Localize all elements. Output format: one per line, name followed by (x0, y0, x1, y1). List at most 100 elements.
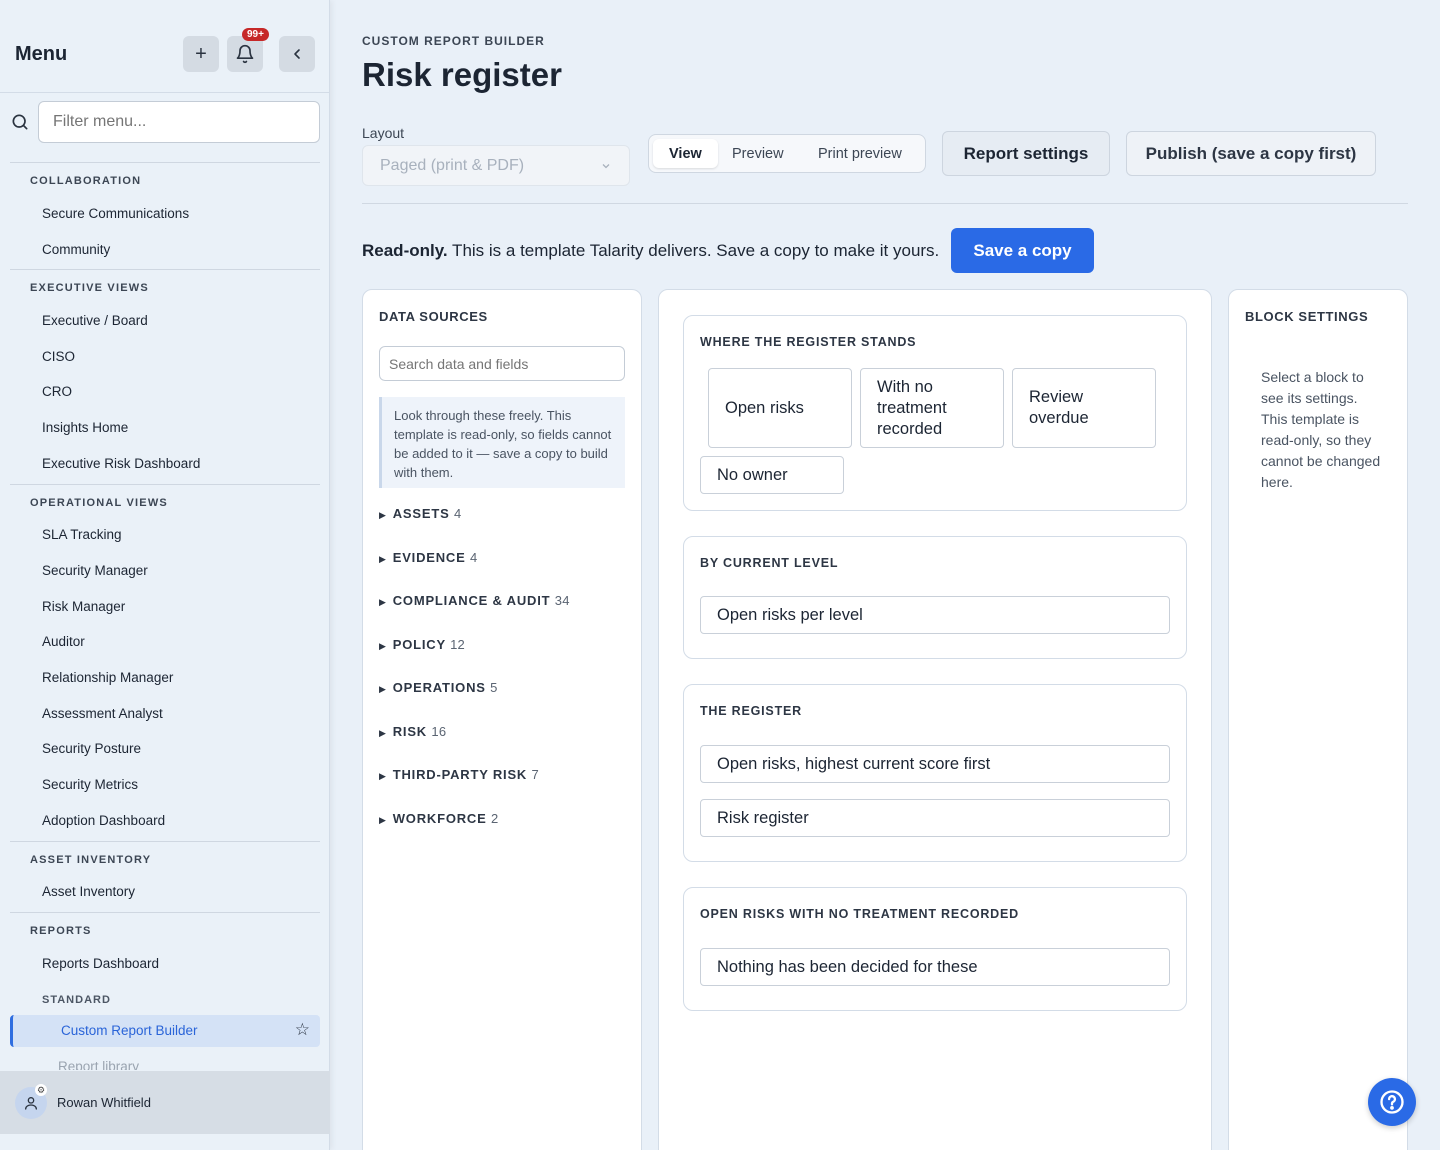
tab-print-preview[interactable]: Print preview (802, 139, 918, 168)
sidebar-item-risk-manager[interactable]: Risk Manager (42, 599, 125, 614)
read-only-note: Look through these freely. This template… (379, 397, 625, 488)
bell-icon (236, 44, 254, 64)
section-card[interactable]: WHERE THE REGISTER STANDS Open risks Wit… (683, 315, 1187, 511)
read-only-label: Read-only. (362, 241, 448, 260)
collapse-sidebar-button[interactable] (279, 36, 315, 72)
data-sources-panel: DATA SOURCES Look through these freely. … (362, 289, 642, 1150)
sidebar-item-relationship-manager[interactable]: Relationship Manager (42, 670, 173, 685)
category-label: OPERATIONS (392, 680, 486, 695)
caret-right-icon: ▶ (379, 684, 387, 694)
filter-menu-input[interactable] (38, 101, 320, 143)
block-chip[interactable]: Open risks, highest current score first (700, 745, 1170, 783)
block-chip[interactable]: Open risks per level (700, 596, 1170, 634)
sidebar-header: Menu + 99+ (0, 0, 330, 93)
sidebar-item-executive-board[interactable]: Executive / Board (42, 313, 148, 328)
sidebar-nav: COLLABORATION Secure Communications Comm… (10, 162, 320, 1070)
block-chip[interactable]: Open risks (708, 368, 852, 448)
block-chip[interactable]: With no treatment recorded (860, 368, 1004, 448)
notification-badge: 99+ (242, 28, 269, 41)
panel-title: BLOCK SETTINGS (1245, 309, 1369, 324)
block-chip[interactable]: No owner (700, 456, 844, 494)
caret-right-icon: ▶ (379, 815, 387, 825)
sidebar: Menu + 99+ COLLABORATION Secure Communic… (0, 0, 330, 1150)
user-icon (25, 1097, 37, 1110)
sidebar-item-asset-inventory[interactable]: Asset Inventory (42, 884, 135, 899)
layout-select[interactable]: Paged (print & PDF) (362, 145, 630, 186)
category-label: EVIDENCE (392, 550, 466, 565)
sidebar-item-report-library[interactable]: Report library (58, 1059, 139, 1070)
block-settings-hint: Select a block to see its settings. This… (1261, 369, 1381, 490)
sidebar-item-ciso[interactable]: CISO (42, 349, 75, 364)
sidebar-item-label: Custom Report Builder (61, 1023, 198, 1038)
category-evidence[interactable]: ▶ EVIDENCE 4 (379, 550, 477, 565)
sidebar-item-secure-communications[interactable]: Secure Communications (42, 206, 189, 221)
divider (10, 162, 320, 163)
category-label: WORKFORCE (392, 811, 487, 826)
divider (362, 203, 1408, 204)
divider (10, 484, 320, 485)
sidebar-item-sla-tracking[interactable]: SLA Tracking (42, 527, 122, 542)
caret-right-icon: ▶ (379, 597, 387, 607)
sidebar-item-assessment-analyst[interactable]: Assessment Analyst (42, 706, 163, 721)
category-compliance-audit[interactable]: ▶ COMPLIANCE & AUDIT 34 (379, 593, 570, 608)
tab-preview[interactable]: Preview (716, 139, 800, 168)
search-data-input[interactable] (379, 346, 625, 381)
section-label-reports: REPORTS (30, 925, 92, 937)
section-title: BY CURRENT LEVEL (700, 556, 839, 570)
sidebar-item-security-posture[interactable]: Security Posture (42, 741, 141, 756)
sidebar-item-cro[interactable]: CRO (42, 384, 72, 399)
view-mode-toggle: View Preview Print preview (648, 134, 926, 173)
user-profile[interactable]: ⚙ Rowan Whitfield (0, 1071, 330, 1134)
sidebar-item-community[interactable]: Community (42, 242, 110, 257)
section-card[interactable]: THE REGISTER Open risks, highest current… (683, 684, 1187, 862)
sidebar-item-executive-risk-dashboard[interactable]: Executive Risk Dashboard (42, 456, 200, 471)
subsection-label-standard: STANDARD (42, 994, 111, 1006)
report-settings-button[interactable]: Report settings (942, 131, 1110, 176)
block-chip[interactable]: Nothing has been decided for these (700, 948, 1170, 986)
category-label: ASSETS (392, 506, 450, 521)
block-settings-panel: BLOCK SETTINGS Select a block to see its… (1228, 289, 1408, 1150)
add-button[interactable]: + (183, 36, 219, 72)
section-label-executive: EXECUTIVE VIEWS (30, 282, 149, 294)
category-label: THIRD-PARTY RISK (392, 767, 528, 782)
category-operations[interactable]: ▶ OPERATIONS 5 (379, 680, 498, 695)
category-workforce[interactable]: ▶ WORKFORCE 2 (379, 811, 498, 826)
section-label-collaboration: COLLABORATION (30, 175, 142, 187)
plus-icon: + (195, 42, 207, 65)
block-chip[interactable]: Risk register (700, 799, 1170, 837)
category-label: RISK (392, 724, 427, 739)
sidebar-item-reports-dashboard[interactable]: Reports Dashboard (42, 956, 159, 971)
section-label-asset-inventory: ASSET INVENTORY (30, 854, 152, 866)
sidebar-item-custom-report-builder[interactable]: Custom Report Builder ☆ (10, 1015, 320, 1047)
sidebar-item-adoption-dashboard[interactable]: Adoption Dashboard (42, 813, 165, 828)
sidebar-item-insights-home[interactable]: Insights Home (42, 420, 128, 435)
tab-view[interactable]: View (653, 139, 718, 168)
sidebar-item-security-manager[interactable]: Security Manager (42, 563, 148, 578)
caret-right-icon: ▶ (379, 641, 387, 651)
sidebar-item-auditor[interactable]: Auditor (42, 634, 85, 649)
category-policy[interactable]: ▶ POLICY 12 (379, 637, 465, 652)
section-card[interactable]: BY CURRENT LEVEL Open risks per level (683, 536, 1187, 659)
layout-select-value: Paged (print & PDF) (380, 156, 525, 174)
category-count: 5 (490, 680, 498, 695)
help-button[interactable] (1368, 1078, 1416, 1126)
category-label: COMPLIANCE & AUDIT (392, 593, 551, 608)
star-icon[interactable]: ☆ (295, 1020, 310, 1040)
section-title: WHERE THE REGISTER STANDS (700, 335, 917, 349)
report-canvas: WHERE THE REGISTER STANDS Open risks Wit… (658, 289, 1212, 1150)
user-name: Rowan Whitfield (57, 1095, 151, 1110)
publish-button[interactable]: Publish (save a copy first) (1126, 131, 1376, 176)
sidebar-item-security-metrics[interactable]: Security Metrics (42, 777, 138, 792)
section-title: THE REGISTER (700, 704, 802, 718)
page-eyebrow: CUSTOM REPORT BUILDER (362, 34, 545, 48)
gear-icon: ⚙ (35, 1084, 47, 1096)
category-third-party-risk[interactable]: ▶ THIRD-PARTY RISK 7 (379, 767, 539, 782)
section-card[interactable]: OPEN RISKS WITH NO TREATMENT RECORDED No… (683, 887, 1187, 1011)
search-icon (12, 114, 28, 130)
category-assets[interactable]: ▶ ASSETS 4 (379, 506, 461, 521)
save-copy-button[interactable]: Save a copy (951, 228, 1094, 273)
category-risk[interactable]: ▶ RISK 16 (379, 724, 446, 739)
category-count: 4 (470, 550, 478, 565)
notifications-button[interactable] (227, 36, 263, 72)
block-chip[interactable]: Review overdue (1012, 368, 1156, 448)
